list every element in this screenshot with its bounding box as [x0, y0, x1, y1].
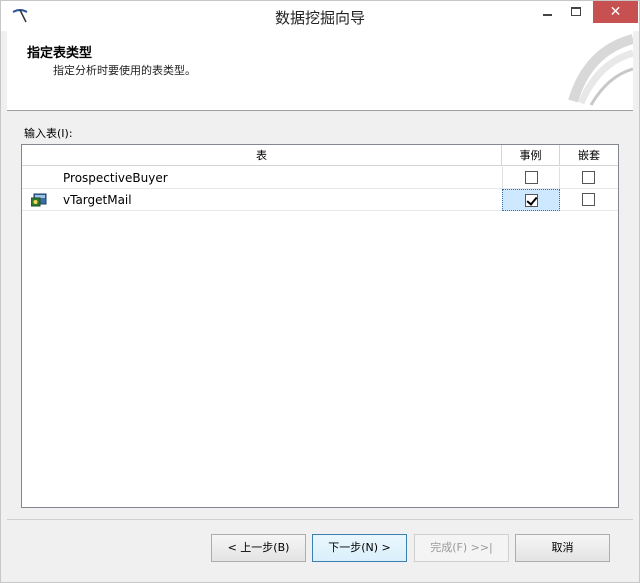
case-checkbox[interactable]: [525, 171, 538, 184]
case-cell[interactable]: [502, 167, 560, 189]
page-title: 指定表类型: [27, 46, 93, 61]
table-name: vTargetMail: [63, 193, 132, 207]
wizard-header: 指定表类型 指定分析时要使用的表类型。: [7, 31, 633, 111]
maximize-button[interactable]: [563, 1, 589, 23]
page-subtitle: 指定分析时要使用的表类型。: [53, 64, 196, 77]
grid-header: 表 事例 嵌套: [22, 145, 618, 166]
input-tables-label: 输入表(I):: [24, 127, 73, 140]
table-row[interactable]: ProspectiveBuyer: [22, 167, 618, 189]
nested-cell[interactable]: [560, 167, 618, 189]
next-button[interactable]: 下一步(N) >: [312, 534, 407, 562]
cancel-button[interactable]: 取消: [515, 534, 610, 562]
title-bar[interactable]: 数据挖掘向导 ✕: [1, 1, 639, 31]
maximize-icon: [571, 7, 581, 16]
nested-checkbox[interactable]: [582, 193, 595, 206]
case-cell[interactable]: [502, 189, 560, 211]
nested-cell[interactable]: [560, 189, 618, 211]
close-button[interactable]: ✕: [593, 1, 638, 23]
wizard-graphic-icon: [568, 34, 633, 106]
input-tables-grid[interactable]: 表 事例 嵌套 ProspectiveBuyer vTargetMail: [21, 144, 619, 508]
table-name: ProspectiveBuyer: [63, 171, 168, 185]
minimize-button[interactable]: [533, 1, 561, 23]
table-row[interactable]: vTargetMail: [22, 189, 618, 211]
back-button[interactable]: < 上一步(B): [211, 534, 306, 562]
table-icon: [31, 193, 47, 207]
finish-button[interactable]: 完成(F) >>|: [414, 534, 509, 562]
nested-checkbox[interactable]: [582, 171, 595, 184]
wizard-body: 输入表(I): 表 事例 嵌套 ProspectiveBuyer vTarget…: [7, 112, 633, 519]
wizard-window: 数据挖掘向导 ✕ 指定表类型 指定分析时要使用的表类型。 输入表(I): 表 事…: [0, 0, 640, 583]
close-icon: ✕: [609, 4, 622, 20]
column-header-table[interactable]: 表: [22, 145, 502, 166]
column-header-case[interactable]: 事例: [502, 145, 560, 166]
column-header-nested[interactable]: 嵌套: [560, 145, 618, 166]
minimize-icon: [543, 14, 552, 16]
footer-separator: [7, 519, 633, 520]
case-checkbox[interactable]: [525, 194, 538, 207]
